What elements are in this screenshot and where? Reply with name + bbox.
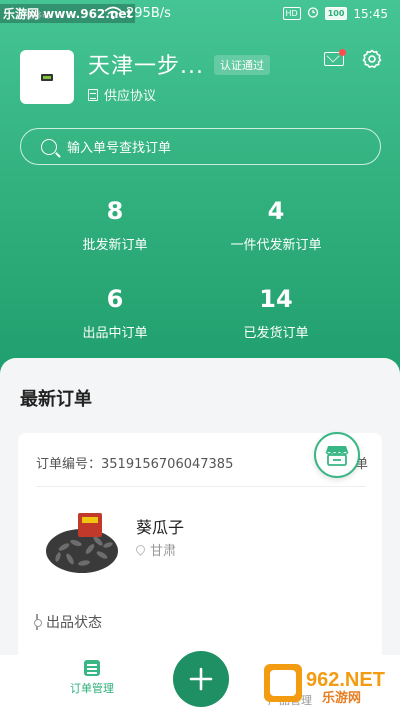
- stat-shipped[interactable]: 14 已发货订单: [196, 284, 356, 341]
- stat-label: 一件代发新订单: [230, 238, 322, 253]
- document-icon: [88, 88, 98, 101]
- battery-logo-icon: [41, 73, 53, 81]
- store-icon: [325, 446, 349, 466]
- site-watermark-logo: 962.NET 乐游网: [262, 660, 394, 706]
- wifi-icon: [104, 6, 122, 23]
- gear-icon[interactable]: [362, 49, 382, 69]
- stat-value: 14: [259, 285, 293, 313]
- stat-in-production[interactable]: 6 出品中订单: [35, 284, 195, 341]
- search-placeholder: 输入单号查找订单: [67, 141, 172, 156]
- product-image: [44, 505, 122, 577]
- product-name: 葵瓜子: [136, 518, 185, 537]
- search-icon: [41, 138, 57, 155]
- alarm-icon: [307, 6, 319, 21]
- supply-agreement-label: 供应协议: [104, 89, 157, 104]
- plus-icon: [189, 667, 213, 691]
- order-search-input[interactable]: 输入单号查找订单: [20, 128, 381, 165]
- hd-badge: HD: [282, 7, 301, 20]
- production-status: 出品状态: [34, 612, 102, 632]
- timeline-node-icon: [34, 614, 42, 630]
- watermark-subtitle: 乐游网: [322, 690, 361, 706]
- latest-orders-title: 最新订单: [20, 389, 92, 410]
- status-right-group: HD 100 15:45: [282, 6, 388, 21]
- stat-wholesale-new[interactable]: 8 批发新订单: [35, 196, 195, 253]
- clock: 15:45: [353, 6, 388, 21]
- product-origin: 甘肃: [134, 540, 177, 559]
- stat-label: 批发新订单: [82, 238, 148, 253]
- divider: [36, 486, 366, 487]
- supply-agreement-link[interactable]: 供应协议: [88, 85, 156, 104]
- stat-dropship-new[interactable]: 4 一件代发新订单: [196, 196, 356, 253]
- battery-indicator: 100: [324, 7, 348, 20]
- nav-order-management[interactable]: 订单管理: [52, 660, 132, 696]
- stat-value: 8: [106, 197, 124, 225]
- stat-value: 6: [106, 285, 124, 313]
- location-pin-icon: [134, 543, 147, 556]
- status-bar: 中国移动 乐游网 www.962.net 295B/s HD 100 15:45: [0, 0, 400, 28]
- list-icon: [84, 660, 100, 676]
- nav-order-management-label: 订单管理: [70, 682, 114, 695]
- watermark-brand: 962.NET: [306, 669, 385, 691]
- stat-label: 出品中订单: [82, 326, 148, 341]
- verified-badge: 认证通过: [214, 55, 270, 75]
- stat-label: 已发货订单: [243, 326, 309, 341]
- add-button[interactable]: [173, 651, 229, 707]
- order-number: 订单编号：3519156706047385: [36, 457, 234, 472]
- net-speed: 295B/s: [126, 6, 171, 21]
- shop-name: 天津一步...: [88, 54, 204, 79]
- production-status-label: 出品状态: [46, 615, 102, 631]
- shop-avatar[interactable]: [20, 50, 74, 104]
- origin-label: 甘肃: [150, 544, 177, 559]
- stat-value: 4: [267, 197, 285, 225]
- store-floating-button[interactable]: [314, 432, 360, 478]
- notification-dot: [339, 49, 346, 56]
